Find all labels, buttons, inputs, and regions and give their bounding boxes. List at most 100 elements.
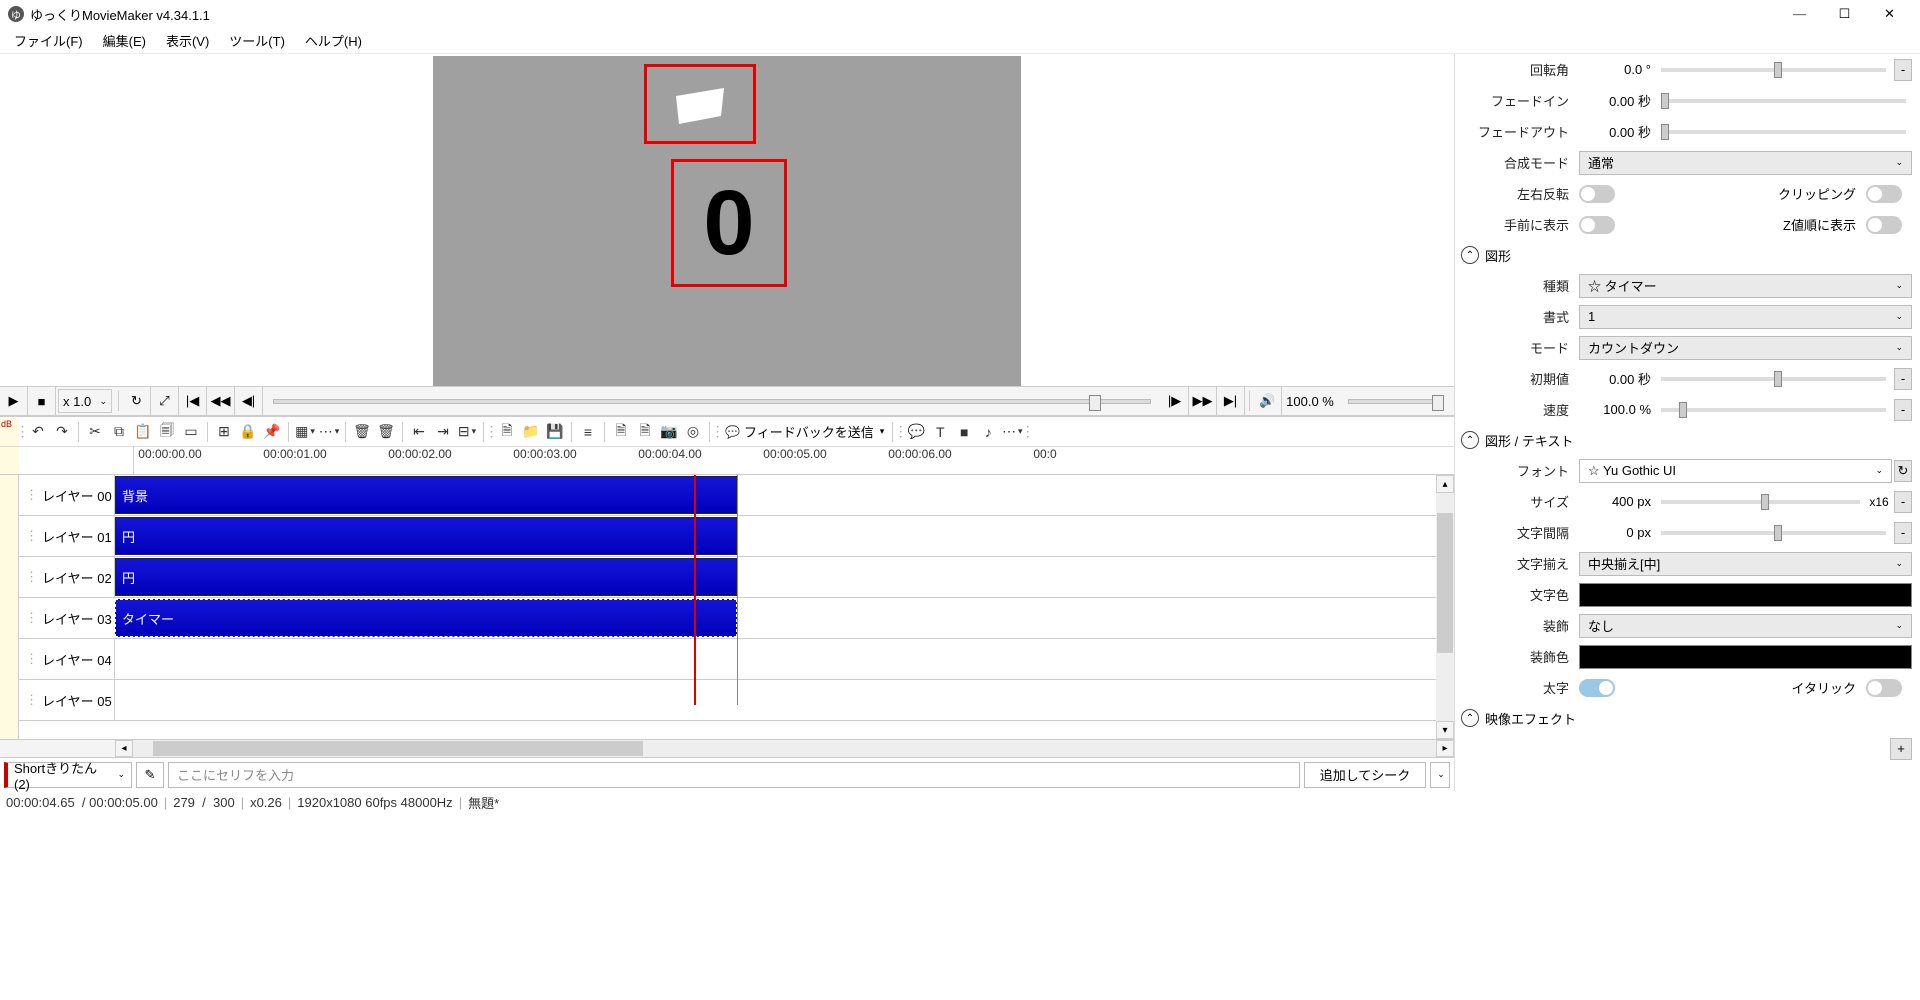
timeline-clip[interactable]: 円 [115, 558, 737, 596]
fadeout-slider[interactable] [1661, 130, 1906, 134]
target-button[interactable]: ◎ [681, 419, 705, 445]
goto-end-button[interactable]: ▶| [1217, 387, 1245, 415]
spacing-value[interactable]: 0 px [1579, 525, 1655, 540]
italic-toggle[interactable] [1866, 679, 1902, 697]
timeline-ruler[interactable]: 00:00:00.0000:00:01.0000:00:02.0000:00:0… [0, 447, 1454, 475]
font-refresh[interactable]: ↻ [1894, 460, 1912, 482]
deco-select[interactable]: なし⌄ [1579, 614, 1912, 638]
size-slider[interactable] [1661, 500, 1860, 504]
format-select[interactable]: 1⌄ [1579, 305, 1912, 329]
timeline-clip[interactable]: タイマー [115, 599, 737, 637]
speed2-value[interactable]: 100.0 % [1579, 402, 1655, 417]
next-frame-button[interactable]: |▶ [1161, 387, 1189, 415]
fadein-slider[interactable] [1661, 99, 1906, 103]
menu-file[interactable]: ファイル(F) [4, 29, 93, 52]
pin-button[interactable]: 📌 [260, 419, 284, 445]
close-button[interactable]: ✕ [1867, 0, 1912, 28]
front-toggle[interactable] [1579, 216, 1615, 234]
section-text[interactable]: ⌃図形 / テキスト [1455, 425, 1920, 455]
layer-name[interactable]: ⋮レイヤー 00 [19, 475, 115, 515]
volume-icon[interactable]: 🔊 [1254, 387, 1282, 415]
group-button[interactable]: ⊞ [212, 419, 236, 445]
serif-input[interactable]: ここにセリフを入力 [168, 762, 1300, 788]
keyframe-button[interactable]: ⤢ [151, 387, 179, 415]
add-effect-button[interactable]: + [1890, 738, 1912, 760]
align-button[interactable]: ≡ [576, 419, 600, 445]
prev-frame-button[interactable]: ◀| [235, 387, 263, 415]
layer-body[interactable] [115, 680, 1436, 720]
mode-select[interactable]: カウントダウン⌄ [1579, 336, 1912, 360]
save-button[interactable]: 💾 [543, 419, 567, 445]
zorder-toggle[interactable] [1866, 216, 1902, 234]
initial-value[interactable]: 0.00 秒 [1579, 369, 1655, 388]
more-icon[interactable]: ⋯▾ [1000, 419, 1024, 445]
feedback-button[interactable]: 💬 フィードバックを送信▾ [721, 422, 888, 441]
menu-tool[interactable]: ツール(T) [219, 29, 295, 52]
text-icon[interactable]: T [928, 419, 952, 445]
trim-left-button[interactable]: ⇤ [407, 419, 431, 445]
timeline-hscroll[interactable]: ◂▸ [0, 739, 1454, 757]
select-button[interactable]: ▭ [179, 419, 203, 445]
dots-button[interactable]: ⋯▾ [317, 419, 341, 445]
speed-select[interactable]: x 1.0⌄ [58, 389, 112, 413]
play-button[interactable]: ▶ [0, 387, 28, 415]
timeline-layer[interactable]: ⋮レイヤー 04 [19, 639, 1436, 680]
timeline-layer[interactable]: ⋮レイヤー 01円 [19, 516, 1436, 557]
layer-name[interactable]: ⋮レイヤー 05 [19, 680, 115, 720]
spacing-reset[interactable]: - [1894, 522, 1912, 544]
initial-slider[interactable] [1661, 377, 1886, 381]
folder-button[interactable]: 📁 [519, 419, 543, 445]
preview-shape-selection[interactable] [644, 64, 756, 144]
minimize-button[interactable]: — [1777, 0, 1822, 28]
camera-button[interactable]: 📷 [657, 419, 681, 445]
delete-button[interactable]: 🗑 [350, 419, 374, 445]
add-seek-button[interactable]: 追加してシーク [1304, 762, 1426, 788]
blend-select[interactable]: 通常⌄ [1579, 151, 1912, 175]
volume-slider[interactable] [1348, 399, 1444, 404]
font-select[interactable]: ☆ Yu Gothic UI⌄ [1579, 459, 1892, 483]
clipping-toggle[interactable] [1866, 185, 1902, 203]
color-picker[interactable] [1579, 583, 1912, 607]
timeline-layer[interactable]: ⋮レイヤー 05 [19, 680, 1436, 721]
timeline-clip[interactable]: 円 [115, 517, 737, 555]
layer-name[interactable]: ⋮レイヤー 01 [19, 516, 115, 556]
preview-timer-selection[interactable]: 0 [671, 159, 787, 287]
rotation-value[interactable]: 0.0 ° [1579, 62, 1655, 77]
stop-button[interactable]: ■ [28, 387, 56, 415]
file-button[interactable]: 🗎 [495, 419, 519, 445]
video-icon[interactable]: ■ [952, 419, 976, 445]
lock-button[interactable]: 🔒 [236, 419, 260, 445]
timeline-layer[interactable]: ⋮レイヤー 02円 [19, 557, 1436, 598]
add-seek-dropdown[interactable]: ⌄ [1430, 762, 1450, 788]
initial-reset[interactable]: - [1894, 368, 1912, 390]
timeline-layer[interactable]: ⋮レイヤー 00背景 [19, 475, 1436, 516]
type-select[interactable]: ☆ タイマー⌄ [1579, 274, 1912, 298]
fadein-value[interactable]: 0.00 秒 [1579, 91, 1655, 110]
size-reset[interactable]: - [1894, 491, 1912, 513]
rotation-slider[interactable] [1661, 68, 1886, 72]
undo-button[interactable]: ↶ [26, 419, 50, 445]
clipboard2-button[interactable]: 🗐 [155, 419, 179, 445]
spacing-slider[interactable] [1661, 531, 1886, 535]
layer-body[interactable]: 円 [115, 557, 1436, 597]
fadeout-value[interactable]: 0.00 秒 [1579, 122, 1655, 141]
playhead[interactable] [694, 475, 696, 705]
align-select[interactable]: 中央揃え[中]⌄ [1579, 552, 1912, 576]
grid-button[interactable]: ▦▾ [293, 419, 317, 445]
audio-icon[interactable]: ♪ [976, 419, 1000, 445]
voice-select[interactable]: Shortきりたん (2)⌄ [4, 762, 132, 788]
timeline-clip[interactable]: 背景 [115, 476, 737, 514]
voice-settings-button[interactable]: ✎ [136, 762, 164, 788]
maximize-button[interactable]: ☐ [1822, 0, 1867, 28]
layer-body[interactable] [115, 639, 1436, 679]
delete2-button[interactable]: 🗑 [374, 419, 398, 445]
timeline-layer[interactable]: ⋮レイヤー 03タイマー [19, 598, 1436, 639]
timeline-vscroll[interactable]: ▴▾ [1436, 475, 1454, 739]
section-shape[interactable]: ⌃図形 [1455, 240, 1920, 270]
seek-slider[interactable] [273, 399, 1151, 404]
fliph-toggle[interactable] [1579, 185, 1615, 203]
section-effect[interactable]: ⌃映像エフェクト [1455, 703, 1920, 733]
layer-body[interactable]: タイマー [115, 598, 1436, 638]
copy-button[interactable]: ⧉ [107, 419, 131, 445]
cut-button[interactable]: ✂ [83, 419, 107, 445]
